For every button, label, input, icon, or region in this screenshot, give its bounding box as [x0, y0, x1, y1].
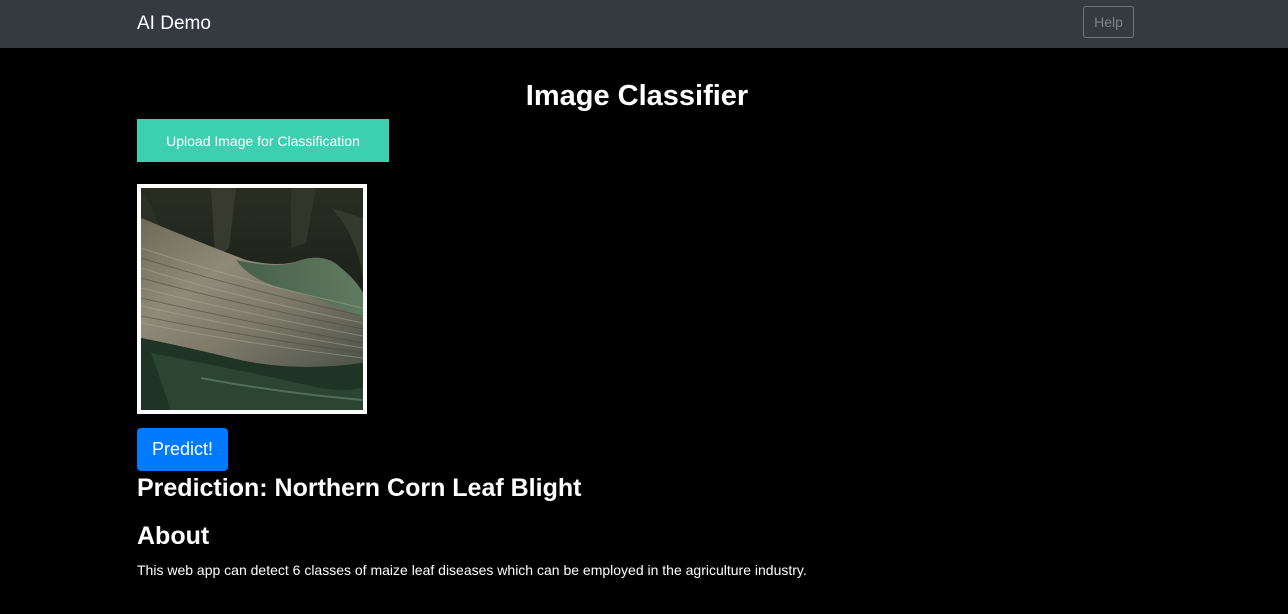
prediction-result: Prediction: Northern Corn Leaf Blight — [137, 474, 582, 502]
predict-button[interactable]: Predict! — [137, 428, 228, 471]
brand-link[interactable]: AI Demo — [137, 12, 211, 36]
uploaded-image-preview — [137, 184, 367, 414]
about-description: This web app can detect 6 classes of mai… — [137, 562, 807, 578]
about-heading: About — [137, 522, 210, 550]
top-navbar: AI Demo Help — [0, 0, 1288, 48]
upload-image-button[interactable]: Upload Image for Classification — [137, 119, 389, 162]
help-button[interactable]: Help — [1083, 6, 1134, 38]
page-title: Image Classifier — [525, 80, 749, 112]
leaf-image — [141, 188, 363, 410]
